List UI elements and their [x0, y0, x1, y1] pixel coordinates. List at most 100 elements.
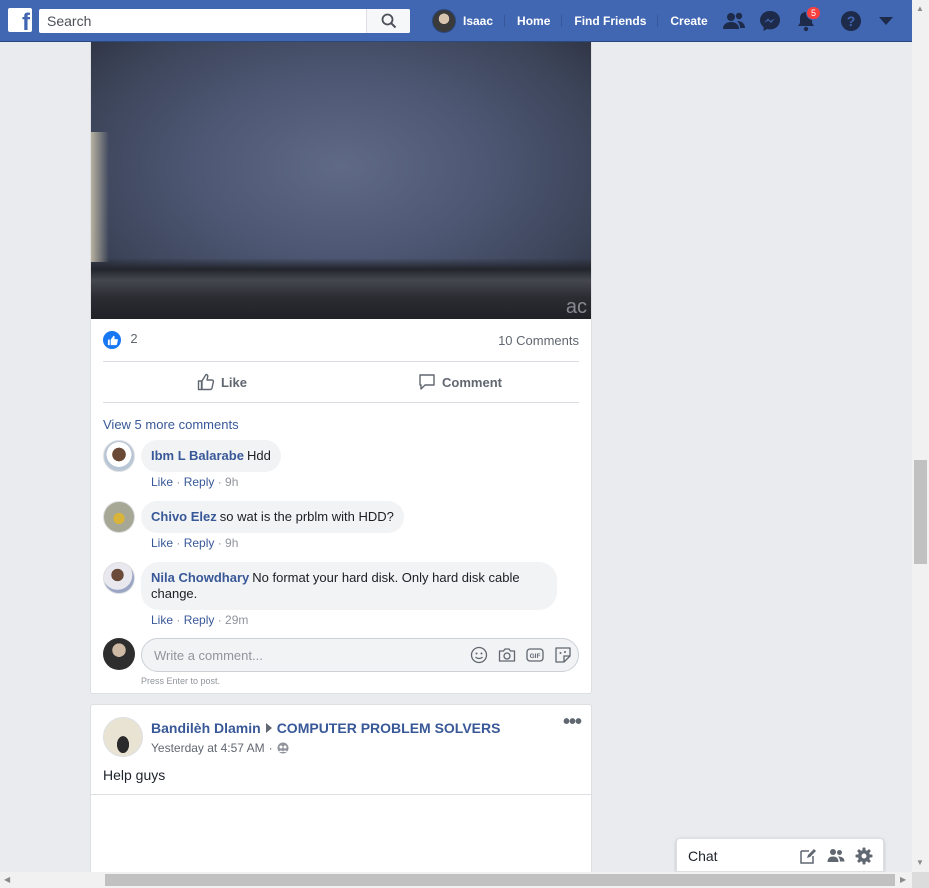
comment-reply-link[interactable]: Reply [184, 475, 215, 489]
comment-button[interactable]: Comment [341, 362, 579, 402]
post-meta: Yesterday at 4:57 AM · [151, 741, 289, 755]
scroll-right-icon[interactable]: ▶ [900, 875, 906, 884]
chat-tab[interactable]: Chat [676, 838, 884, 872]
like-label: Like [220, 374, 247, 390]
svg-text:?: ? [847, 13, 856, 29]
notifications-button[interactable]: 5 [793, 6, 822, 33]
comment-item: Ibm L Balarabe Hdd Like · Reply · 9h [103, 440, 579, 490]
avatar [432, 9, 456, 33]
notification-badge: 5 [806, 6, 822, 20]
search-icon [381, 13, 397, 29]
horizontal-scroll-thumb[interactable] [105, 874, 895, 886]
messenger-icon [760, 11, 780, 31]
reactions-summary[interactable]: 2 [103, 331, 138, 349]
post-group[interactable]: COMPUTER PROBLEM SOLVERS [277, 720, 501, 736]
find-friends-link[interactable]: Find Friends [562, 9, 659, 33]
photo-brand-text: ac [565, 296, 587, 318]
comment-bubble-icon [419, 374, 435, 390]
comment-time[interactable]: 9h [225, 536, 238, 550]
thumbs-up-icon [197, 373, 215, 391]
comment-author[interactable]: Ibm L Balarabe [151, 448, 244, 463]
chat-tools [799, 847, 873, 865]
post-header: Bandilèh Dlamin COMPUTER PROBLEM SOLVERS [151, 720, 500, 736]
comment-item: Nila Chowdhary No format your hard disk. … [103, 562, 579, 632]
comment-meta: Like · Reply · 9h [151, 536, 239, 550]
facebook-logo-icon[interactable]: f [8, 8, 32, 32]
comment-input-box: GIF [141, 638, 579, 672]
comment-like-link[interactable]: Like [151, 536, 173, 550]
scroll-up-icon[interactable]: ▲ [916, 4, 924, 13]
post-text: Help guys [103, 767, 166, 783]
divider [91, 794, 591, 795]
comment-bubble: Nila Chowdhary No format your hard disk. … [141, 562, 557, 610]
comment-composer: GIF [103, 638, 579, 672]
horizontal-scrollbar[interactable]: ◀ ▶ [0, 872, 912, 888]
scrollbar-corner [912, 872, 929, 888]
profile-name: Isaac [463, 14, 494, 28]
comment-text: so wat is the prblm with HDD? [219, 509, 394, 524]
like-reaction-icon [103, 331, 121, 349]
comment-author[interactable]: Chivo Elez [151, 509, 217, 524]
friends-icon [723, 12, 745, 29]
comment-time[interactable]: 9h [225, 475, 238, 489]
comment-bubble: Ibm L Balarabe Hdd [141, 440, 281, 472]
comments-count-link[interactable]: 10 Comments [498, 333, 579, 348]
avatar[interactable] [103, 440, 135, 472]
nav-links: Isaac Home Find Friends Create [420, 0, 720, 42]
post-card: ac 2 10 Comments Like Comment View 5 mor… [90, 42, 592, 694]
post-timestamp[interactable]: Yesterday at 4:57 AM [151, 741, 265, 755]
group-privacy-icon [277, 742, 289, 754]
search-input[interactable] [39, 9, 359, 33]
top-navigation-bar: f Isaac Home Find Friends Create 5 ? [0, 0, 912, 42]
svg-text:GIF: GIF [530, 653, 541, 660]
avatar[interactable] [103, 717, 143, 757]
sticker-icon[interactable] [554, 646, 572, 664]
messenger-button[interactable] [757, 9, 783, 33]
friend-requests-button[interactable] [721, 9, 747, 33]
vertical-scroll-thumb[interactable] [914, 460, 927, 564]
caret-down-icon [879, 17, 893, 25]
triangle-right-icon [265, 723, 272, 733]
comment-author[interactable]: Nila Chowdhary [151, 570, 249, 585]
like-count: 2 [130, 331, 138, 347]
comment-meta: Like · Reply · 29m [151, 613, 249, 627]
help-icon: ? [841, 11, 861, 31]
emoji-icon[interactable] [470, 646, 488, 664]
profile-link[interactable]: Isaac [420, 9, 506, 33]
post-author[interactable]: Bandilèh Dlamin [151, 720, 261, 736]
avatar[interactable] [103, 562, 135, 594]
avatar[interactable] [103, 501, 135, 533]
post-stats: 2 10 Comments [103, 330, 579, 350]
camera-icon[interactable] [498, 646, 516, 664]
search-button[interactable] [366, 9, 410, 33]
post-card: Bandilèh Dlamin COMPUTER PROBLEM SOLVERS… [90, 704, 592, 888]
post-actions: Like Comment [103, 361, 579, 403]
more-options-icon[interactable]: ••• [563, 712, 582, 732]
comment-like-link[interactable]: Like [151, 475, 173, 489]
scroll-down-icon[interactable]: ▼ [916, 858, 924, 867]
view-more-comments-link[interactable]: View 5 more comments [103, 417, 239, 432]
photo-glare [91, 132, 109, 262]
compose-icon[interactable] [799, 847, 817, 865]
home-link[interactable]: Home [505, 9, 563, 33]
comment-item: Chivo Elez so wat is the prblm with HDD? … [103, 501, 579, 551]
press-enter-hint: Press Enter to post. [141, 676, 221, 686]
vertical-scrollbar[interactable]: ▲ ▼ [912, 0, 929, 872]
create-link[interactable]: Create [658, 9, 719, 33]
help-button[interactable]: ? [838, 9, 864, 33]
comment-reply-link[interactable]: Reply [184, 613, 215, 627]
like-button[interactable]: Like [103, 362, 341, 402]
comment-like-link[interactable]: Like [151, 613, 173, 627]
scroll-left-icon[interactable]: ◀ [4, 875, 10, 884]
comment-time[interactable]: 29m [225, 613, 248, 627]
comment-meta: Like · Reply · 9h [151, 475, 239, 489]
comment-text: Hdd [246, 448, 271, 463]
gif-icon[interactable]: GIF [526, 646, 544, 664]
settings-gear-icon[interactable] [855, 847, 873, 865]
avatar [103, 638, 135, 670]
comment-input[interactable] [142, 639, 442, 671]
comment-reply-link[interactable]: Reply [184, 536, 215, 550]
group-chat-icon[interactable] [827, 847, 845, 865]
account-menu-button[interactable] [873, 9, 899, 33]
post-photo[interactable]: ac [91, 42, 591, 319]
